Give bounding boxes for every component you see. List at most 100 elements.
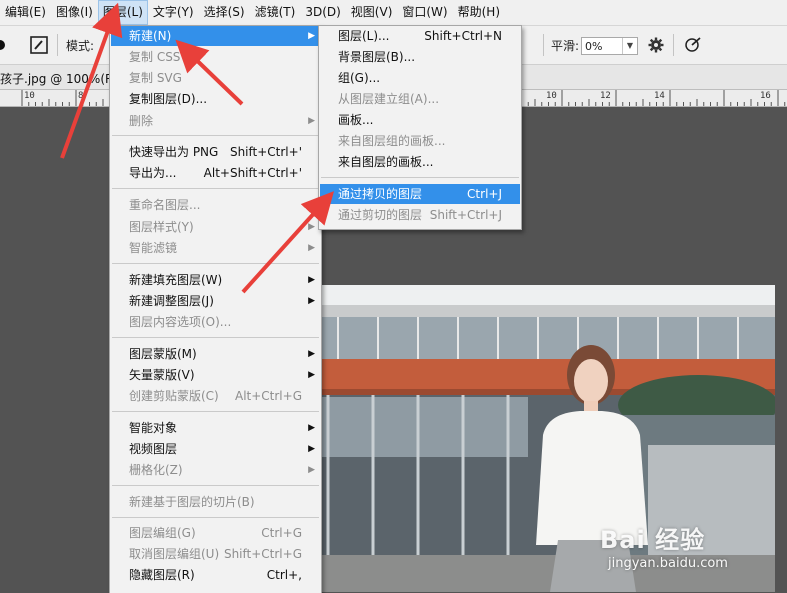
submenu-item-background-layer[interactable]: 背景图层(B)... [320, 47, 520, 67]
menu-3d[interactable]: 3D(D) [300, 0, 345, 25]
menu-filter[interactable]: 滤镜(T) [250, 0, 301, 25]
smooth-label: 平滑: [551, 39, 580, 53]
menu-item-label: 通过剪切的图层 [338, 208, 423, 222]
submenu-arrow-icon: ▶ [308, 423, 315, 433]
ruler-number: 8 [78, 91, 84, 101]
toolbar-separator [543, 34, 544, 56]
document-tab-label: 孩子.jpg @ 100%(R [0, 72, 114, 86]
menu-item-label: 图层(L)... [338, 29, 390, 43]
menu-item-layer-mask[interactable]: 图层蒙版(M) ▶ [111, 344, 320, 364]
menu-item-label: 图层编组(G) [129, 526, 196, 540]
menu-item-copy-css[interactable]: 复制 CSS [111, 47, 320, 67]
menu-type[interactable]: 文字(Y) [148, 0, 199, 25]
menu-item-label: 图层蒙版(M) [129, 347, 197, 361]
menu-item-label: 组(G)... [338, 71, 381, 85]
menu-item-duplicate-layer[interactable]: 复制图层(D)... [111, 89, 320, 109]
menu-item-label: 创建剪贴蒙版(C) [129, 389, 219, 403]
menu-view[interactable]: 视图(V) [346, 0, 398, 25]
gear-icon[interactable] [647, 36, 665, 54]
submenu-item-group[interactable]: 组(G)... [320, 68, 520, 88]
menu-item-new-layer-based-slice[interactable]: 新建基于图层的切片(B) [111, 492, 320, 512]
submenu-arrow-icon: ▶ [308, 116, 315, 126]
watermark-url: jingyan.baidu.com [608, 556, 728, 571]
menu-item-label: 取消图层编组(U) [129, 547, 220, 561]
brush-preset-icon[interactable] [0, 36, 12, 54]
submenu-arrow-icon: ▶ [308, 465, 315, 475]
menu-item-label: 新建基于图层的切片(B) [129, 495, 255, 509]
menu-item-video-layers[interactable]: 视频图层 ▶ [111, 439, 320, 459]
menu-item-label: 智能滤镜 [129, 241, 178, 255]
ruler-number: 14 [654, 91, 665, 101]
menu-help[interactable]: 帮助(H) [453, 0, 505, 25]
submenu-arrow-icon: ▶ [308, 243, 315, 253]
submenu-item-layer-via-copy[interactable]: 通过拷贝的图层 Ctrl+J [320, 184, 520, 204]
ruler-number: 16 [760, 91, 771, 101]
submenu-item-layer-via-cut[interactable]: 通过剪切的图层 Shift+Ctrl+J [320, 205, 520, 225]
menu-item-create-clipping-mask[interactable]: 创建剪贴蒙版(C) Alt+Ctrl+G [111, 386, 320, 406]
menu-separator [112, 263, 319, 264]
submenu-item-artboard-from-group[interactable]: 来自图层组的画板... [320, 131, 520, 151]
menu-item-label: 新建(N) [129, 29, 172, 43]
menu-shortcut: Ctrl+, [266, 568, 302, 582]
menu-item-label: 复制 CSS [129, 50, 181, 64]
submenu-arrow-icon: ▶ [308, 370, 315, 380]
menu-item-new[interactable]: 新建(N) ▶ [111, 26, 320, 46]
brush-panel-icon[interactable] [30, 36, 48, 54]
menu-item-group-layers[interactable]: 图层编组(G) Ctrl+G [111, 523, 320, 543]
menu-item-label: 视频图层 [129, 442, 178, 456]
menu-separator [112, 411, 319, 412]
menu-item-label: 图层内容选项(O)... [129, 315, 232, 329]
smooth-select[interactable]: 0% ▼ [581, 37, 638, 55]
menu-layer[interactable]: 图层(L) [97, 0, 148, 25]
submenu-item-artboard[interactable]: 画板... [320, 110, 520, 130]
submenu-arrow-icon: ▶ [308, 296, 315, 306]
menu-item-label: 新建填充图层(W) [129, 273, 223, 287]
menu-item-label: 导出为... [129, 166, 177, 180]
menu-shortcut: Shift+Ctrl+G [223, 547, 302, 561]
ruler-number: 12 [600, 91, 611, 101]
menu-item-rasterize[interactable]: 栅格化(Z) ▶ [111, 460, 320, 480]
menu-separator [112, 485, 319, 486]
menu-image[interactable]: 图像(I) [51, 0, 98, 25]
menu-select[interactable]: 选择(S) [199, 0, 250, 25]
menu-item-delete[interactable]: 删除 ▶ [111, 111, 320, 131]
mode-label: 模式: [66, 39, 95, 53]
ruler-number: 10 [546, 91, 557, 101]
menu-shortcut: Shift+Ctrl+N [424, 29, 502, 43]
menu-shortcut: Alt+Shift+Ctrl+' [203, 166, 302, 180]
menu-item-export-as[interactable]: 导出为... Alt+Shift+Ctrl+' [111, 163, 320, 183]
toolbar-separator [57, 34, 58, 56]
menu-item-vector-mask[interactable]: 矢量蒙版(V) ▶ [111, 365, 320, 385]
submenu-item-group-from-layers[interactable]: 从图层建立组(A)... [320, 89, 520, 109]
menu-separator [321, 177, 519, 178]
menu-item-new-adjustment-layer[interactable]: 新建调整图层(J) ▶ [111, 291, 320, 311]
menu-item-hide-layers[interactable]: 隐藏图层(R) Ctrl+, [111, 565, 320, 585]
menu-shortcut: Ctrl+J [467, 187, 502, 201]
menu-window[interactable]: 窗口(W) [397, 0, 452, 25]
menu-item-quick-export-png[interactable]: 快速导出为 PNG Shift+Ctrl+' [111, 142, 320, 162]
menu-item-layer-style[interactable]: 图层样式(Y) ▶ [111, 217, 320, 237]
baidu-watermark: Bai 经验 jingyan.baidu.com [600, 520, 780, 592]
menu-shortcut: Shift+Ctrl+J [429, 208, 502, 222]
submenu-item-layer[interactable]: 图层(L)... Shift+Ctrl+N [320, 26, 520, 46]
baidu-logo: Bai 经验 [600, 526, 706, 554]
menu-item-rename-layer[interactable]: 重命名图层... [111, 195, 320, 215]
submenu-arrow-icon: ▶ [308, 31, 315, 41]
menu-item-new-fill-layer[interactable]: 新建填充图层(W) ▶ [111, 270, 320, 290]
submenu-item-artboard-from-layers[interactable]: 来自图层的画板... [320, 152, 520, 172]
menu-item-label: 图层样式(Y) [129, 220, 194, 234]
menu-item-smart-object[interactable]: 智能对象 ▶ [111, 418, 320, 438]
menu-separator [112, 517, 319, 518]
pressure-angle-icon[interactable] [684, 36, 702, 54]
menu-item-label: 新建调整图层(J) [129, 294, 214, 308]
menu-item-label: 来自图层组的画板... [338, 134, 446, 148]
menu-separator [112, 337, 319, 338]
menu-item-copy-svg[interactable]: 复制 SVG [111, 68, 320, 88]
menu-item-smart-filter[interactable]: 智能滤镜 ▶ [111, 238, 320, 258]
menu-item-ungroup-layers[interactable]: 取消图层编组(U) Shift+Ctrl+G [111, 544, 320, 564]
menu-shortcut: Shift+Ctrl+' [229, 145, 302, 159]
menu-shortcut: Ctrl+G [261, 526, 302, 540]
menu-edit[interactable]: 编辑(E) [0, 0, 51, 25]
menu-item-layer-content-options[interactable]: 图层内容选项(O)... [111, 312, 320, 332]
menu-item-label: 从图层建立组(A)... [338, 92, 440, 106]
